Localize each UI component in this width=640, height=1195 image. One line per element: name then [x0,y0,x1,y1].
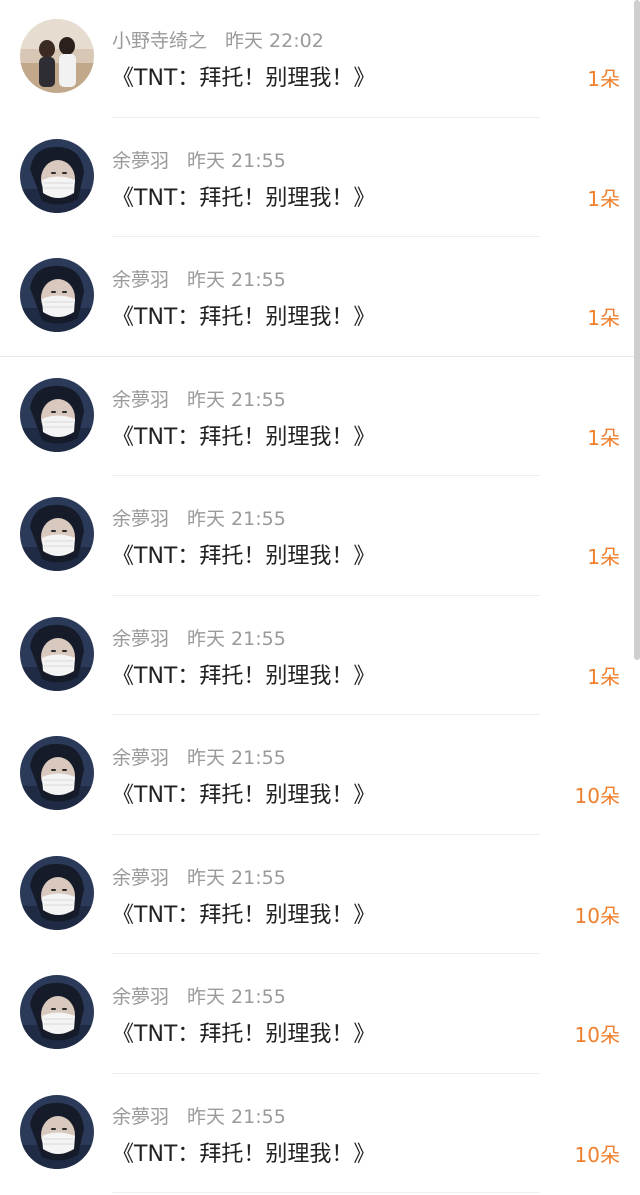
gift-title: 《TNT：拜托！别理我！》 [112,538,375,570]
scrollbar[interactable] [634,0,640,660]
sender-name[interactable]: 余夢羽 [112,508,169,530]
flower-count: 1朵 [587,302,620,331]
avatar[interactable] [20,856,94,930]
sender-name[interactable]: 余夢羽 [112,389,169,411]
sender-meta: 余夢羽昨天 21:55 [112,743,286,767]
divider [112,953,540,954]
list-item[interactable]: 余夢羽昨天 21:55 《TNT：拜托！别理我！》 10朵 [0,956,640,1076]
divider [112,475,540,476]
sender-name[interactable]: 余夢羽 [112,1106,169,1128]
timestamp: 昨天 21:55 [187,269,286,291]
sender-meta: 余夢羽昨天 21:55 [112,1102,286,1126]
divider [112,595,540,596]
list-item[interactable]: 余夢羽昨天 21:55 《TNT：拜托！别理我！》 10朵 [0,1076,640,1195]
divider [0,356,640,357]
flower-count: 1朵 [587,661,620,690]
divider [112,714,540,715]
sender-name[interactable]: 余夢羽 [112,628,169,650]
list-item[interactable]: 余夢羽昨天 21:55 《TNT：拜托！别理我！》 10朵 [0,717,640,837]
timestamp: 昨天 21:55 [187,150,286,172]
timestamp: 昨天 21:55 [187,867,286,889]
list-item[interactable]: 余夢羽昨天 21:55 《TNT：拜托！别理我！》 1朵 [0,239,640,359]
list-item[interactable]: 余夢羽昨天 21:55 《TNT：拜托！别理我！》 1朵 [0,120,640,240]
divider [112,117,540,118]
avatar[interactable] [20,258,94,332]
sender-name[interactable]: 余夢羽 [112,150,169,172]
gift-title: 《TNT：拜托！别理我！》 [112,658,375,690]
timestamp: 昨天 21:55 [187,747,286,769]
avatar[interactable] [20,19,94,93]
divider [112,834,540,835]
gift-title: 《TNT：拜托！别理我！》 [112,60,375,92]
gift-title: 《TNT：拜托！别理我！》 [112,1016,375,1048]
list-item[interactable]: 小野寺绮之昨天 22:02 《TNT：拜托！别理我！》 1朵 [0,0,640,120]
avatar[interactable] [20,497,94,571]
avatar[interactable] [20,139,94,213]
timestamp: 昨天 21:55 [187,986,286,1008]
sender-name[interactable]: 余夢羽 [112,986,169,1008]
gift-title: 《TNT：拜托！别理我！》 [112,777,375,809]
list-item[interactable]: 余夢羽昨天 21:55 《TNT：拜托！别理我！》 1朵 [0,359,640,479]
timestamp: 昨天 21:55 [187,508,286,530]
list-item[interactable]: 余夢羽昨天 21:55 《TNT：拜托！别理我！》 10朵 [0,837,640,957]
sender-meta: 余夢羽昨天 21:55 [112,146,286,170]
gift-title: 《TNT：拜托！别理我！》 [112,419,375,451]
avatar[interactable] [20,736,94,810]
avatar[interactable] [20,1095,94,1169]
sender-name[interactable]: 余夢羽 [112,867,169,889]
flower-count: 1朵 [587,183,620,212]
sender-meta: 余夢羽昨天 21:55 [112,385,286,409]
gift-title: 《TNT：拜托！别理我！》 [112,299,375,331]
gift-title: 《TNT：拜托！别理我！》 [112,897,375,929]
gift-title: 《TNT：拜托！别理我！》 [112,1136,375,1168]
sender-meta: 余夢羽昨天 21:55 [112,504,286,528]
flower-count: 1朵 [587,541,620,570]
sender-meta: 余夢羽昨天 21:55 [112,982,286,1006]
sender-name[interactable]: 余夢羽 [112,747,169,769]
timestamp: 昨天 21:55 [187,389,286,411]
timestamp: 昨天 21:55 [187,1106,286,1128]
flower-count: 1朵 [587,63,620,92]
flower-count: 10朵 [575,1019,620,1048]
flower-count: 10朵 [575,780,620,809]
avatar[interactable] [20,617,94,691]
sender-meta: 余夢羽昨天 21:55 [112,624,286,648]
flower-count: 1朵 [587,422,620,451]
list-item[interactable]: 余夢羽昨天 21:55 《TNT：拜托！别理我！》 1朵 [0,598,640,718]
sender-meta: 余夢羽昨天 21:55 [112,863,286,887]
sender-name[interactable]: 小野寺绮之 [112,30,207,52]
divider [112,236,540,237]
gift-title: 《TNT：拜托！别理我！》 [112,180,375,212]
timestamp: 昨天 21:55 [187,628,286,650]
list-item[interactable]: 余夢羽昨天 21:55 《TNT：拜托！别理我！》 1朵 [0,478,640,598]
avatar[interactable] [20,975,94,1049]
timestamp: 昨天 22:02 [225,30,324,52]
divider [112,1192,540,1193]
sender-name[interactable]: 余夢羽 [112,269,169,291]
sender-meta: 余夢羽昨天 21:55 [112,265,286,289]
sender-meta: 小野寺绮之昨天 22:02 [112,26,324,50]
flower-count: 10朵 [575,900,620,929]
avatar[interactable] [20,378,94,452]
flower-count: 10朵 [575,1139,620,1168]
divider [112,1073,540,1074]
